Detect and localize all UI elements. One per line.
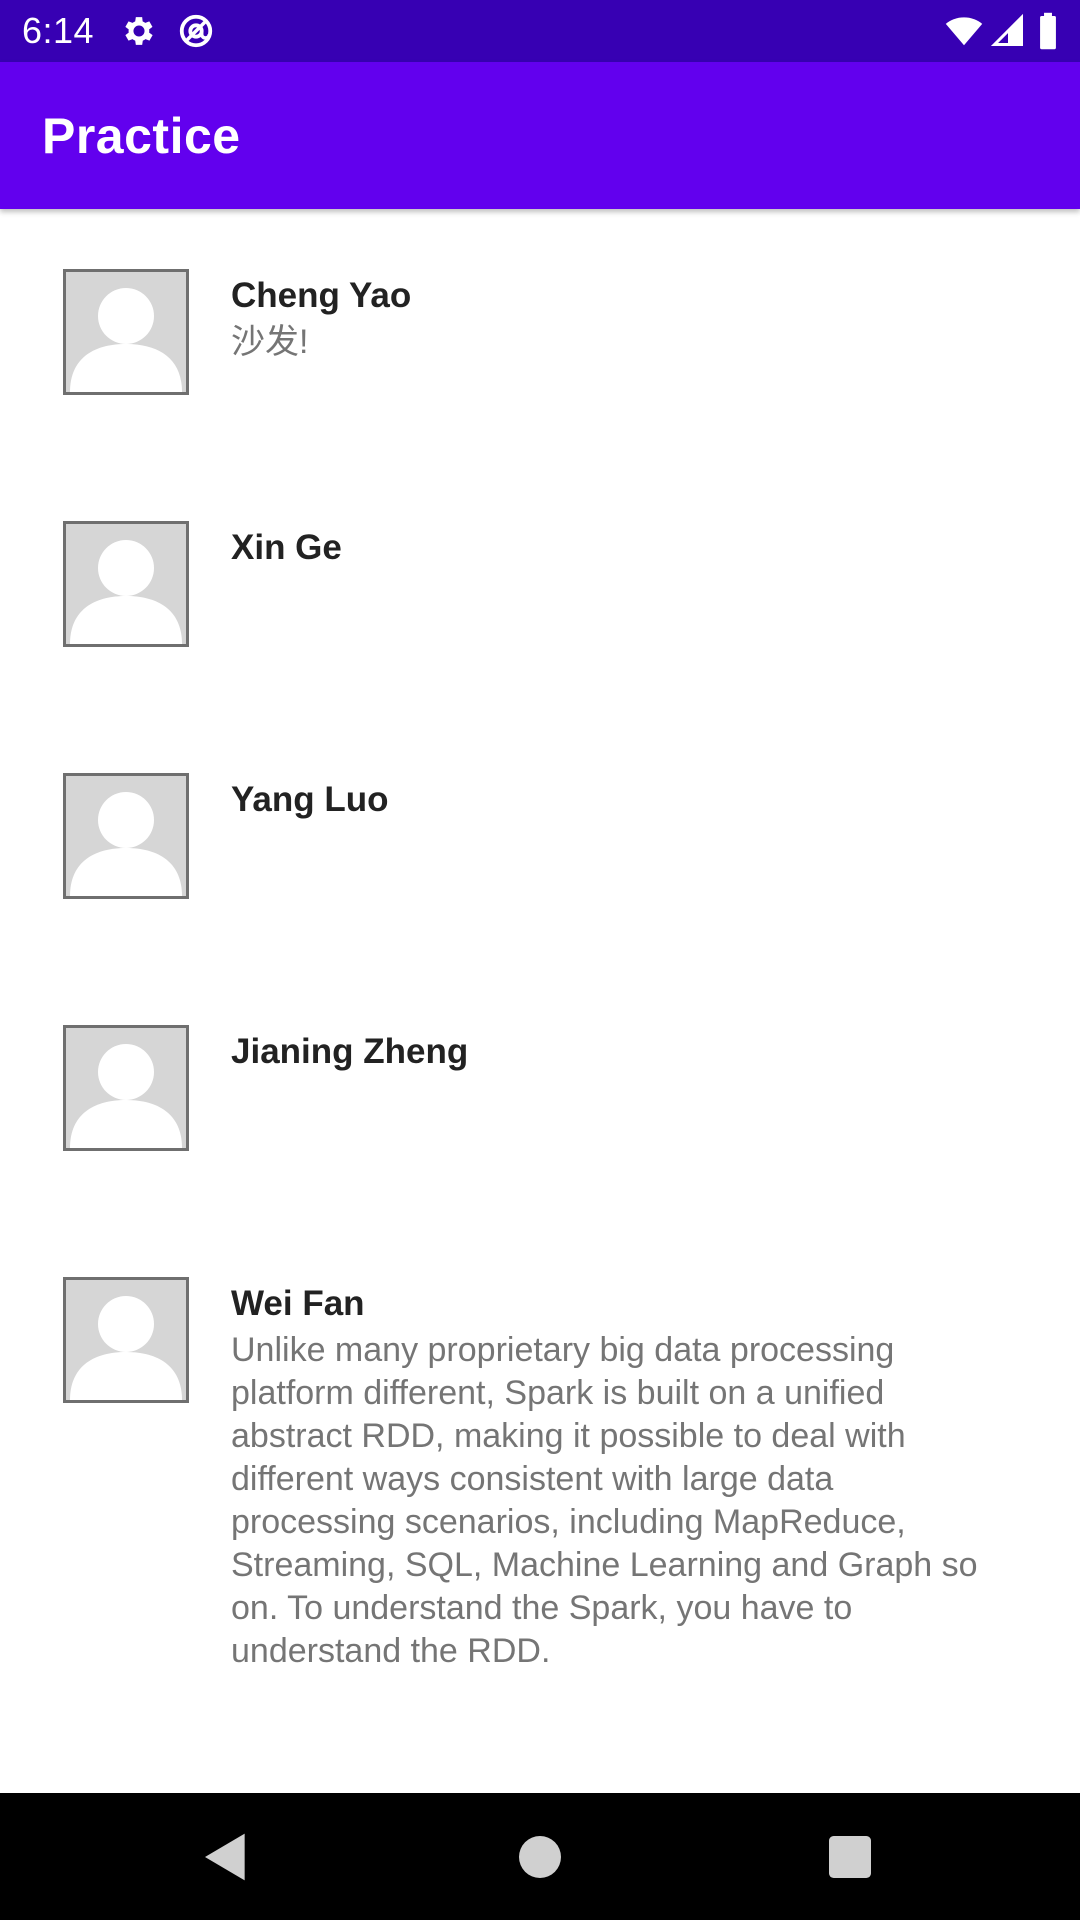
person-placeholder-icon <box>70 1044 182 1148</box>
list-item[interactable]: Yang Luo <box>0 713 1080 965</box>
back-icon[interactable] <box>198 1829 254 1885</box>
gear-icon <box>120 12 158 50</box>
at-sign-icon <box>177 12 215 50</box>
person-placeholder-icon <box>70 540 182 644</box>
avatar <box>63 1025 189 1151</box>
person-placeholder-icon <box>70 1296 182 1400</box>
avatar <box>63 269 189 395</box>
contact-name: Wei Fan <box>231 1284 365 1323</box>
signal-icon <box>990 12 1026 50</box>
contact-text: Cheng Yao 沙发! <box>231 273 991 364</box>
contact-text: Wei Fan Unlike many proprietary big data… <box>231 1281 991 1673</box>
contact-list[interactable]: Cheng Yao 沙发! Xin Ge Yang Luo Jianing Zh… <box>0 209 1080 1793</box>
avatar <box>63 521 189 647</box>
app-bar: Practice <box>0 62 1080 209</box>
contact-message: 沙发! <box>231 323 309 361</box>
contact-text: Jianing Zheng <box>231 1029 991 1077</box>
battery-icon <box>1036 12 1060 50</box>
contact-name: Xin Ge <box>231 528 342 567</box>
contact-name: Cheng Yao <box>231 276 412 315</box>
avatar <box>63 773 189 899</box>
screen: 6:14 Practice Cheng Yao 沙发! Xin Ge Yang … <box>0 0 1080 1920</box>
recents-icon[interactable] <box>822 1829 878 1885</box>
avatar <box>63 1277 189 1403</box>
nav-bar <box>0 1793 1080 1920</box>
contact-name: Jianing Zheng <box>231 1032 469 1071</box>
person-placeholder-icon <box>70 792 182 896</box>
contact-message: Unlike many proprietary big data process… <box>231 1331 978 1670</box>
list-item[interactable]: Jianing Zheng <box>0 965 1080 1217</box>
status-time: 6:14 <box>22 10 95 51</box>
list-item[interactable]: Cheng Yao 沙发! <box>0 209 1080 461</box>
app-title: Practice <box>42 108 241 164</box>
home-icon[interactable] <box>512 1829 568 1885</box>
wifi-icon <box>944 12 984 50</box>
list-item[interactable]: Wei Fan Unlike many proprietary big data… <box>0 1217 1080 1687</box>
contact-text: Yang Luo <box>231 777 991 825</box>
list-item[interactable]: Xin Ge <box>0 461 1080 713</box>
contact-text: Xin Ge <box>231 525 991 573</box>
person-placeholder-icon <box>70 288 182 392</box>
status-bar: 6:14 <box>0 0 1080 62</box>
contact-name: Yang Luo <box>231 780 389 819</box>
